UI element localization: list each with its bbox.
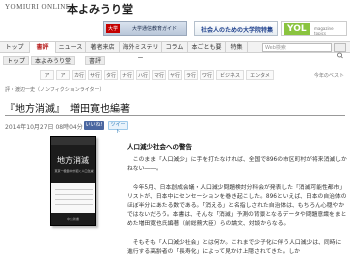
subnav-item[interactable]: タ行 xyxy=(104,70,118,80)
nav-item-news[interactable]: ニュース xyxy=(56,42,86,53)
search-icon[interactable] xyxy=(334,43,346,59)
ad-banner-yol[interactable]: YOL magazine topics xyxy=(281,21,347,36)
publish-date: 2014年10月27日 08時04分 xyxy=(5,124,83,131)
author-line: 評・渡辺一史（ノンフィクションライター） xyxy=(5,87,105,93)
article-paragraph: このまま「人口減少」に手を打たなければ、全国で896の市区町村が将来消滅しかねな… xyxy=(127,157,347,172)
subnav-item[interactable]: サ行 xyxy=(88,70,102,80)
brand-logo[interactable]: YOMIURI ONLINE xyxy=(5,3,71,11)
title-divider xyxy=(5,115,345,116)
page-title: 『地方消滅』 増田寛也編著 xyxy=(5,104,130,115)
subnav-item[interactable]: エンタメ xyxy=(246,70,274,80)
banner-text: 大学通信教育ガイド xyxy=(132,26,178,32)
subnav-item[interactable]: ハ行 xyxy=(136,70,150,80)
main-nav: トップ 書評 ニュース 著者来店 海外ミステリー コラム 本ごとも要 特集 We… xyxy=(0,41,350,62)
index-subnav: ア ア カ行 サ行 タ行 ナ行 ハ行 マ行 ヤ行 ラ行 ワ行 ビジネス エンタメ… xyxy=(0,70,350,81)
breadcrumb-top[interactable]: トップ xyxy=(3,56,30,65)
tweet-button[interactable]: ツイート xyxy=(108,121,128,135)
banner-text: magazine topics xyxy=(314,26,334,36)
banner-text: 社会人のための大学院特集 xyxy=(201,27,274,34)
nav-item-mystery[interactable]: 海外ミステリー xyxy=(120,42,162,62)
book-cover-image: 地方消滅 東京一極集中が招く人口急減 中公新書 xyxy=(50,136,96,226)
book-publisher: 中公新書 xyxy=(66,217,79,221)
nav-item-column[interactable]: コラム xyxy=(162,42,188,53)
book-cover: 地方消滅 東京一極集中が招く人口急減 中公新書 xyxy=(50,136,105,228)
subnav-label[interactable]: 今年のベスト xyxy=(314,72,344,79)
banner-tag: 大学 xyxy=(106,24,121,33)
site-header: YOMIURI ONLINE 本よみうり堂 大学 大学通信教育ガイド 社会人のた… xyxy=(0,0,350,38)
subnav-item[interactable]: マ行 xyxy=(152,70,166,80)
subnav-item[interactable]: ア xyxy=(40,70,54,80)
nav-item-special[interactable]: 特集 xyxy=(226,42,248,53)
yol-logo: YOL xyxy=(284,23,310,35)
article-paragraph: そもそも「人口減少社会」とは何か。これまで少子化に伴う人口減少は、同時に進行する… xyxy=(127,240,342,255)
search-input[interactable]: Web検索 xyxy=(262,43,332,52)
subnav-item[interactable]: ア xyxy=(56,70,70,80)
article-paragraph: 今年5月、日本創成会議・人口減少問題検討分科会が発表した「消滅可能性都市」リスト… xyxy=(127,185,347,227)
nav-item-review[interactable]: 書評 xyxy=(30,42,56,53)
subnav-item[interactable]: ビジネス xyxy=(216,70,244,80)
nav-item-author-visit[interactable]: 著者来店 xyxy=(86,42,120,53)
ad-banner-correspondence[interactable]: 大学 大学通信教育ガイド xyxy=(103,21,187,36)
nav-item-books[interactable]: 本ごとも要 xyxy=(188,42,226,53)
subnav-item[interactable]: ヤ行 xyxy=(168,70,182,80)
subnav-item[interactable]: カ行 xyxy=(72,70,86,80)
subnav-item[interactable]: ラ行 xyxy=(184,70,198,80)
subnav-item[interactable]: ナ行 xyxy=(120,70,134,80)
book-title: 地方消滅 xyxy=(57,156,89,165)
book-subtitle: 東京一極集中が招く人口急減 xyxy=(54,169,94,173)
ad-banner-graduate[interactable]: 社会人のための大学院特集 xyxy=(194,21,278,36)
facebook-like-button[interactable]: いいね! xyxy=(84,121,104,130)
breadcrumb-review[interactable]: 書評 xyxy=(85,56,106,65)
site-title[interactable]: 本よみうり堂 xyxy=(67,1,133,17)
subnav-item[interactable]: ワ行 xyxy=(200,70,214,80)
breadcrumb-site[interactable]: 本よみうり堂 xyxy=(31,56,76,65)
section-heading: 人口減少社会への警告 xyxy=(127,143,192,151)
nav-item-top[interactable]: トップ xyxy=(0,42,30,53)
